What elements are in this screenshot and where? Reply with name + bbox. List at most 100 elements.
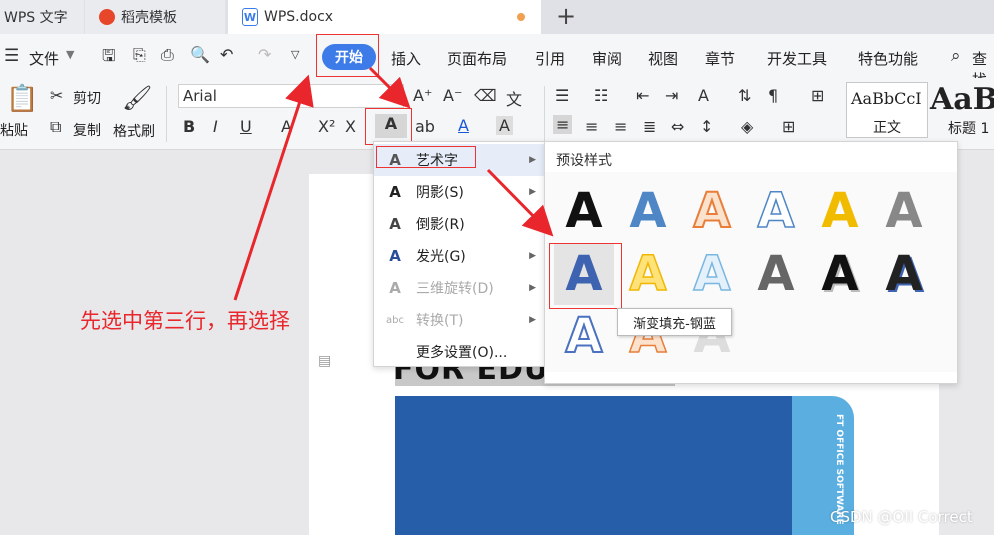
tab-wps-writer[interactable]: WPS 文字: [0, 0, 84, 34]
superscript-icon[interactable]: X²: [318, 117, 335, 136]
show-marks-icon[interactable]: ¶: [768, 86, 778, 105]
distribute-icon[interactable]: ⇔: [671, 117, 684, 136]
cut-button[interactable]: 剪切: [73, 88, 101, 108]
style-heading-1[interactable]: AaB 标题 1: [928, 82, 994, 138]
phonetic-icon[interactable]: 文: [506, 86, 522, 110]
print-preview-icon[interactable]: 🔍: [190, 45, 210, 64]
menu-item-transform[interactable]: abc 转换(T) ▶: [374, 304, 544, 336]
ribbon-divider: [544, 86, 545, 142]
tab-document-label: WPS.docx: [264, 9, 334, 25]
highlight-box-text-effect: [365, 108, 412, 145]
bullet-list-icon[interactable]: ☰: [555, 86, 569, 105]
annotation-text: 先选中第三行，再选择: [80, 309, 290, 333]
italic-icon[interactable]: I: [213, 117, 218, 136]
tab-template-label: 稻壳模板: [121, 10, 177, 26]
paragraph-handle-icon[interactable]: ▤: [318, 353, 331, 369]
transform-icon: abc: [386, 314, 404, 326]
preset-gray-gradient[interactable]: A: [874, 180, 934, 242]
menu-insert[interactable]: 插入: [391, 48, 421, 69]
border-icon[interactable]: ⊞: [782, 117, 795, 136]
clear-format-icon[interactable]: ⌫: [474, 86, 497, 105]
hamburger-icon[interactable]: ☰: [4, 46, 19, 66]
font-color-icon[interactable]: A: [458, 116, 469, 135]
justify-icon[interactable]: ≣: [643, 117, 656, 136]
menu-item-label: 发光(G): [416, 249, 466, 265]
preset-light-blue[interactable]: A: [682, 243, 742, 305]
preset-dark-gray[interactable]: A: [746, 243, 806, 305]
preset-black-blue-shadow[interactable]: A: [874, 243, 934, 305]
redo-icon[interactable]: ↷: [258, 45, 271, 64]
new-tab-button[interactable]: +: [556, 2, 576, 30]
subscript-icon[interactable]: X: [345, 117, 356, 136]
font-grow-icon[interactable]: A⁺: [413, 86, 432, 105]
preset-blue-outline[interactable]: A: [746, 180, 806, 242]
submenu-arrow-icon: ▶: [529, 315, 536, 325]
layout-icon[interactable]: ⊞: [811, 86, 824, 105]
menu-reference[interactable]: 引用: [535, 48, 565, 69]
menu-dev-tools[interactable]: 开发工具: [767, 48, 827, 69]
chevron-down-icon: ▼: [66, 48, 75, 61]
copy-icon[interactable]: ⧉: [50, 117, 61, 137]
preset-black-shadow[interactable]: A: [810, 243, 870, 305]
font-shrink-icon[interactable]: A⁻: [443, 86, 462, 105]
align-right-icon[interactable]: ≡: [614, 117, 627, 136]
text-direction-icon[interactable]: A: [698, 86, 709, 105]
strikethrough-icon[interactable]: A: [281, 117, 292, 136]
preset-title: 预设样式: [556, 153, 612, 169]
highlight-color-icon[interactable]: ab: [415, 117, 435, 136]
paste-button[interactable]: 粘贴: [0, 120, 28, 140]
align-center-icon[interactable]: ≡: [585, 117, 598, 136]
preset-black[interactable]: A: [554, 180, 614, 242]
preset-yellow-outline[interactable]: A: [618, 243, 678, 305]
watermark: CSDN @OII Correct: [830, 508, 973, 526]
underline-icon[interactable]: U: [240, 117, 252, 136]
undo-icon[interactable]: ↶: [220, 45, 233, 64]
sort-icon[interactable]: ⇅: [738, 86, 751, 105]
menu-item-shadow[interactable]: A 阴影(S) ▶: [374, 176, 544, 208]
cut-icon[interactable]: ✂: [50, 86, 63, 105]
ribbon-divider: [166, 86, 167, 142]
shadow-icon: A: [389, 183, 401, 201]
submenu-arrow-icon: ▶: [529, 219, 536, 229]
numbered-list-icon[interactable]: ☷: [594, 86, 608, 105]
customize-toolbar-icon[interactable]: ▽: [291, 48, 299, 61]
style-normal-preview: AaBbCcI: [851, 89, 922, 108]
align-left-icon[interactable]: ≡: [553, 115, 573, 134]
export-pdf-icon[interactable]: ⎘: [133, 45, 146, 65]
char-shading-icon[interactable]: A: [496, 116, 513, 135]
bold-icon[interactable]: B: [183, 117, 195, 136]
paste-icon[interactable]: 📋: [6, 84, 38, 114]
preset-blue[interactable]: A: [618, 180, 678, 242]
decrease-indent-icon[interactable]: ⇤: [636, 86, 649, 105]
menu-view[interactable]: 视图: [648, 48, 678, 69]
wps-doc-icon: W: [242, 8, 258, 26]
format-painter-button[interactable]: 格式刷: [113, 121, 155, 141]
increase-indent-icon[interactable]: ⇥: [665, 86, 678, 105]
tab-template[interactable]: 稻壳模板: [85, 0, 225, 34]
menu-file[interactable]: 文件: [29, 48, 59, 69]
menu-item-label: 倒影(R): [416, 217, 465, 233]
preset-gold[interactable]: A: [810, 180, 870, 242]
search-icon[interactable]: ⌕: [951, 46, 961, 66]
shading-icon[interactable]: ◈: [741, 117, 753, 136]
copy-button[interactable]: 复制: [73, 120, 101, 140]
style-normal[interactable]: AaBbCcI 正文: [846, 82, 928, 138]
menu-chapter[interactable]: 章节: [705, 48, 735, 69]
print-icon[interactable]: ⎙: [161, 45, 174, 65]
menu-item-more-settings[interactable]: 更多设置(O)...: [374, 336, 544, 368]
menu-item-3d-rotation[interactable]: A 三维旋转(D) ▶: [374, 272, 544, 304]
style-h1-preview: AaB: [930, 82, 994, 117]
preset-blue-white[interactable]: A: [554, 305, 614, 367]
menu-review[interactable]: 审阅: [592, 48, 622, 69]
menu-item-glow[interactable]: A 发光(G) ▶: [374, 240, 544, 272]
menu-item-reflection[interactable]: A 倒影(R) ▶: [374, 208, 544, 240]
save-icon[interactable]: 🖫: [102, 45, 116, 72]
font-name-input[interactable]: Arial: [178, 84, 404, 108]
menu-special[interactable]: 特色功能: [858, 48, 918, 69]
preset-orange-outline[interactable]: A: [682, 180, 742, 242]
menu-layout[interactable]: 页面布局: [447, 48, 507, 69]
format-painter-icon[interactable]: 🖌: [122, 84, 152, 112]
tab-document[interactable]: W WPS.docx: [228, 0, 541, 34]
menu-item-label: 更多设置(O)...: [416, 345, 508, 361]
line-spacing-icon[interactable]: ↕: [700, 117, 713, 136]
